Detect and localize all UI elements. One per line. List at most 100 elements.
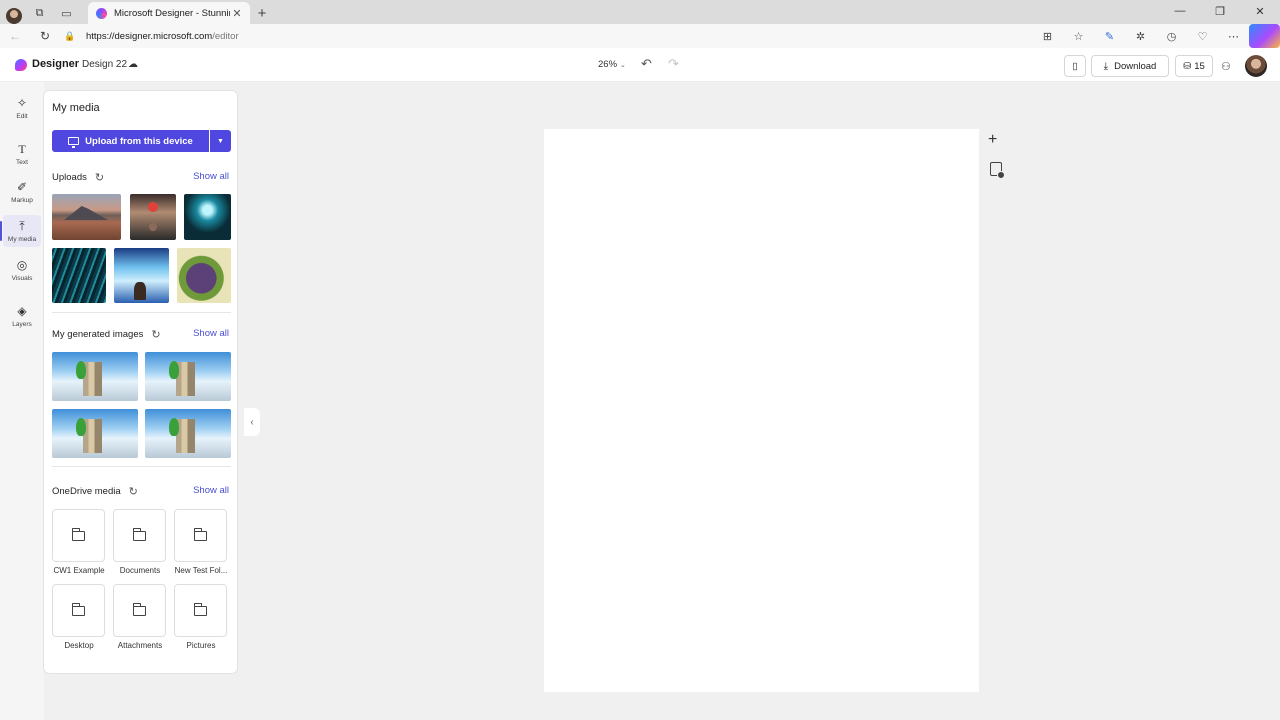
- onedrive-title: OneDrive media: [52, 486, 121, 497]
- onedrive-folder-desktop[interactable]: [52, 584, 105, 637]
- download-button[interactable]: ⤓ Download: [1091, 55, 1169, 77]
- onedrive-folder-pictures[interactable]: [174, 584, 227, 637]
- rail-item-my-media[interactable]: ⤒ My media: [0, 215, 41, 247]
- refresh-icon[interactable]: ↻: [30, 24, 60, 48]
- url-path: /editor: [212, 30, 239, 42]
- onedrive-show-all-link[interactable]: Show all: [193, 485, 229, 496]
- brand-name[interactable]: Designer: [32, 58, 79, 70]
- workspaces-icon[interactable]: ⧉: [26, 2, 53, 24]
- pen-icon: ✐: [16, 179, 28, 194]
- generated-header: My generated images ↻: [52, 328, 161, 341]
- rail-item-visuals[interactable]: ◎ Visuals: [3, 254, 41, 286]
- upload-icon: ⤒: [19, 218, 25, 233]
- onedrive-header: OneDrive media ↻: [52, 485, 138, 498]
- url-host: https://designer.microsoft.com: [86, 30, 213, 42]
- share-icon[interactable]: ⚇: [1221, 60, 1231, 73]
- onedrive-folder-attachments[interactable]: [113, 584, 166, 637]
- magic-edit-icon: ✧: [16, 95, 28, 110]
- rail-label-edit: Edit: [16, 112, 28, 120]
- pages-button[interactable]: ▯: [1064, 55, 1086, 77]
- upload-thumbnail-rain[interactable]: [52, 248, 106, 303]
- generated-title: My generated images: [52, 329, 144, 340]
- browser-essentials-icon[interactable]: ♡: [1187, 24, 1218, 48]
- rail-item-markup[interactable]: ✐ Markup: [3, 176, 41, 208]
- folder-label: CW1 Example: [53, 566, 105, 575]
- rail-label-text: Text: [16, 158, 28, 166]
- rail-item-edit[interactable]: ✧ Edit: [3, 92, 41, 124]
- browser-profile-avatar[interactable]: [6, 8, 22, 24]
- credits-count: 15: [1194, 60, 1205, 72]
- copilot-button[interactable]: [1249, 24, 1280, 48]
- folder-label: Desktop: [64, 641, 94, 650]
- folder-label: Pictures: [186, 641, 216, 650]
- upload-thumbnail-railway[interactable]: [130, 194, 176, 240]
- folder-icon: [71, 527, 85, 541]
- close-tab-icon[interactable]: ✕: [230, 7, 244, 20]
- copilot-icon: [1249, 24, 1280, 48]
- url-field[interactable]: 🔒 https://designer.microsoft.com/editor: [64, 26, 1024, 46]
- upload-thumbnail-waterfall[interactable]: [114, 248, 169, 303]
- tab-actions-icon[interactable]: ▭: [53, 2, 80, 24]
- duplicate-page-icon[interactable]: [990, 162, 1005, 179]
- folder-label: Attachments: [117, 641, 163, 650]
- lock-icon[interactable]: 🔒: [64, 31, 80, 42]
- rail-label-visuals: Visuals: [11, 274, 33, 282]
- folder-icon: [71, 602, 85, 616]
- app-available-icon[interactable]: ⊞: [1032, 24, 1063, 48]
- extensions-puzzle-icon[interactable]: ✲: [1125, 24, 1156, 48]
- onedrive-folder-new-test-folder[interactable]: [174, 509, 227, 562]
- redo-icon[interactable]: ↷: [668, 56, 679, 72]
- design-artboard[interactable]: [544, 129, 979, 692]
- folder-label: Documents: [119, 566, 161, 575]
- designer-logo-icon: [15, 59, 27, 71]
- folder-icon: [132, 602, 146, 616]
- upload-thumbnail-storm[interactable]: [184, 194, 231, 240]
- add-page-icon[interactable]: +: [988, 131, 997, 149]
- rail-label-markup: Markup: [11, 196, 33, 204]
- refresh-generated-icon[interactable]: ↻: [151, 328, 160, 341]
- zoom-dropdown[interactable]: 26% ⌄: [598, 59, 626, 70]
- designer-favicon-icon: [96, 7, 107, 19]
- section-divider: [52, 466, 231, 467]
- chevron-down-icon: ▼: [217, 137, 224, 145]
- back-arrow-icon[interactable]: ←: [0, 24, 30, 48]
- rail-item-layers[interactable]: ◈ Layers: [3, 300, 41, 332]
- credits-button[interactable]: ⛁ 15: [1175, 55, 1213, 77]
- upload-from-device-button[interactable]: Upload from this device: [52, 130, 209, 152]
- restore-icon[interactable]: ❐: [1200, 0, 1240, 22]
- user-avatar[interactable]: [1245, 55, 1267, 77]
- folder-label: New Test Fol...: [174, 566, 228, 575]
- undo-icon[interactable]: ↶: [641, 56, 652, 72]
- refresh-uploads-icon[interactable]: ↻: [95, 171, 104, 184]
- generated-show-all-link[interactable]: Show all: [193, 328, 229, 339]
- collapse-panel-button[interactable]: ‹: [244, 408, 260, 436]
- folder-icon: [193, 527, 207, 541]
- upload-thumbnail-grapes[interactable]: [177, 248, 231, 303]
- upload-thumbnail-desert[interactable]: [52, 194, 121, 240]
- more-menu-icon[interactable]: ⋯: [1218, 24, 1249, 48]
- extension-pen-icon[interactable]: ✎: [1094, 24, 1125, 48]
- generated-image-thumbnail[interactable]: [145, 409, 231, 458]
- download-label: Download: [1114, 60, 1157, 72]
- favorite-star-icon[interactable]: ☆: [1063, 24, 1094, 48]
- app-header: Designer Design 22 ☁ 26% ⌄ ↶ ↷ ▯ ⤓ Downlo…: [0, 48, 1280, 82]
- generated-image-thumbnail[interactable]: [52, 352, 138, 401]
- zoom-value: 26%: [598, 59, 618, 70]
- uploads-show-all-link[interactable]: Show all: [193, 171, 229, 182]
- close-window-icon[interactable]: ✕: [1240, 0, 1280, 22]
- rail-item-text[interactable]: T Text: [3, 138, 41, 170]
- browser-toolbar: ⊞ ☆ ✎ ✲ ◷ ♡ ⋯: [1032, 24, 1280, 48]
- design-name[interactable]: Design 22: [82, 59, 127, 70]
- refresh-onedrive-icon[interactable]: ↻: [129, 485, 138, 498]
- cloud-saved-icon: ☁: [128, 59, 138, 70]
- onedrive-folder-documents[interactable]: [113, 509, 166, 562]
- generated-image-thumbnail[interactable]: [52, 409, 138, 458]
- onedrive-folder-cw1-example[interactable]: [52, 509, 105, 562]
- browser-tab-designer[interactable]: Microsoft Designer - Stunning de ✕: [88, 2, 250, 24]
- history-icon[interactable]: ◷: [1156, 24, 1187, 48]
- chevron-down-icon: ⌄: [620, 62, 626, 69]
- generated-image-thumbnail[interactable]: [145, 352, 231, 401]
- upload-options-dropdown[interactable]: ▼: [210, 130, 231, 152]
- minimize-icon[interactable]: —: [1160, 0, 1200, 22]
- new-tab-button[interactable]: +: [250, 2, 274, 24]
